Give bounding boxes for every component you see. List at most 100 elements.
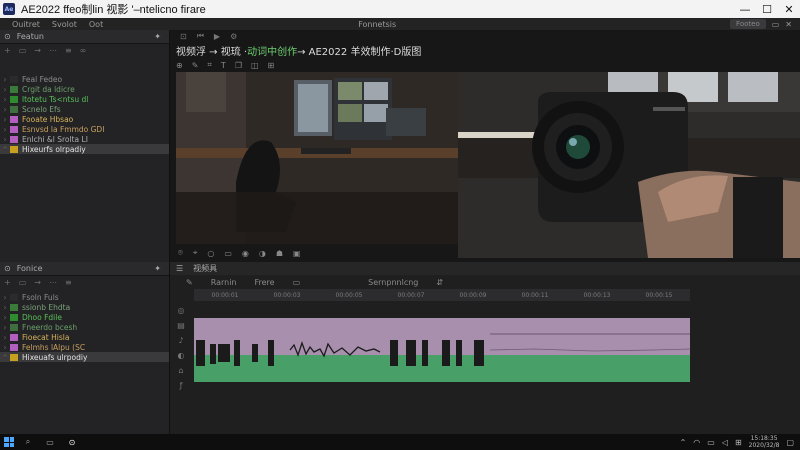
scroll-icon[interactable]: ⇵ xyxy=(436,278,443,287)
timeline-label-0[interactable]: Rarnin xyxy=(211,278,237,287)
chevron-right-icon[interactable]: ⌃ xyxy=(0,145,10,154)
grid-icon[interactable]: ⊞ xyxy=(268,61,275,70)
chevron-right-icon[interactable]: ⌃ xyxy=(0,353,10,362)
minimize-button[interactable]: — xyxy=(734,3,756,16)
menu-item-1[interactable]: Svolot xyxy=(52,20,77,29)
start-button-icon[interactable] xyxy=(4,437,14,447)
timeline-tab[interactable]: 视频具 xyxy=(193,263,217,274)
layers-icon[interactable]: ❐ xyxy=(235,61,242,70)
close-button[interactable]: ✕ xyxy=(778,3,800,16)
chevron-up-icon[interactable]: ⌃ xyxy=(680,438,687,447)
chevron-right-icon[interactable]: › xyxy=(0,343,10,352)
list-icon[interactable]: ≡ xyxy=(65,46,72,55)
shy-icon[interactable]: ⌂ xyxy=(178,366,183,375)
grid-icon[interactable]: ⋯ xyxy=(49,46,57,55)
timeline-label-2[interactable]: Sernpnnlcng xyxy=(368,278,418,287)
chevron-right-icon[interactable]: › xyxy=(0,333,10,342)
folder-icon[interactable]: ▭ xyxy=(19,278,27,287)
timeline-label-1[interactable]: Frere xyxy=(255,278,275,287)
volume-icon[interactable]: ◁ xyxy=(722,438,728,447)
tree-item[interactable]: › Fooate Hbsao xyxy=(0,114,169,124)
search-icon[interactable]: ⌕ xyxy=(20,437,36,447)
play-icon[interactable]: ▶ xyxy=(214,32,220,41)
menu-item-0[interactable]: Ouitret xyxy=(12,20,40,29)
chevron-right-icon[interactable]: › xyxy=(0,75,10,84)
target-icon[interactable]: ⊕ xyxy=(176,61,183,70)
timeline-menu-icon[interactable]: ☰ xyxy=(176,264,183,273)
folder-icon[interactable]: ▭ xyxy=(19,46,27,55)
notification-icon[interactable]: ▢ xyxy=(786,438,794,447)
tree-item[interactable]: › Fsoln Fuls xyxy=(0,292,169,302)
tree-item[interactable]: › Fneerdo bcesh xyxy=(0,322,169,332)
region-icon[interactable]: ▣ xyxy=(293,249,301,258)
workspace-pill[interactable]: Footeo xyxy=(730,19,766,29)
fx-icon[interactable]: ƒ xyxy=(180,381,183,390)
tree-item[interactable]: › Scnelo Efs xyxy=(0,104,169,114)
crop-icon[interactable]: ⌗ xyxy=(207,60,212,70)
pointer-icon[interactable]: ⌖ xyxy=(193,248,198,258)
tree-item[interactable]: › ltotetu Ts<ntsu dl xyxy=(0,94,169,104)
chevron-right-icon[interactable]: › xyxy=(0,313,10,322)
list-icon[interactable]: ≡ xyxy=(65,278,72,287)
chevron-right-icon[interactable]: › xyxy=(0,95,10,104)
tree-item[interactable]: › Dhoo Fdile xyxy=(0,312,169,322)
tree-item[interactable]: › ssionb Ehdta xyxy=(0,302,169,312)
camera-icon[interactable]: ⌾ xyxy=(178,248,183,258)
solo-icon[interactable]: ◐ xyxy=(178,351,185,360)
pen-icon[interactable]: ✎ xyxy=(186,278,193,287)
arrow-icon[interactable]: → xyxy=(34,278,41,287)
add-icon[interactable]: + xyxy=(4,278,11,287)
clock[interactable]: 15:18:35 2020/32/8 xyxy=(749,435,780,449)
channel-icon[interactable]: ◑ xyxy=(259,249,266,258)
chevron-right-icon[interactable]: › xyxy=(0,125,10,134)
circle-icon[interactable]: ○ xyxy=(207,249,214,258)
link-icon[interactable]: ∞ xyxy=(80,46,87,55)
pin-icon[interactable]: ✦ xyxy=(154,264,161,273)
grid-icon[interactable]: ⋯ xyxy=(49,278,57,287)
arrow-icon[interactable]: → xyxy=(34,46,41,55)
chevron-right-icon[interactable]: › xyxy=(0,115,10,124)
text-icon[interactable]: T xyxy=(221,61,226,70)
time-ruler[interactable]: 00:00:01 00:00:03 00:00:05 00:00:07 00:00:09… xyxy=(194,289,690,301)
tree-item[interactable]: › Fioecat Hisla xyxy=(0,332,169,342)
chevron-right-icon[interactable]: › xyxy=(0,135,10,144)
maximize-button[interactable]: ☐ xyxy=(756,3,778,16)
lock-icon[interactable]: ▤ xyxy=(177,321,185,330)
viewer-icon[interactable]: ⊡ xyxy=(180,32,187,41)
chevron-right-icon[interactable]: › xyxy=(0,105,10,114)
chevron-right-icon[interactable]: › xyxy=(0,323,10,332)
tree-item[interactable]: › Felmhs lAlpu (SC xyxy=(0,342,169,352)
close-panel-icon[interactable]: ✕ xyxy=(785,20,792,29)
tree-item[interactable]: ⌃ Hixeuafs ulrpodiy xyxy=(0,352,169,362)
pen-icon[interactable]: ✎ xyxy=(192,61,199,70)
panel-menu-icon[interactable]: ⊙ xyxy=(4,32,11,41)
tree-item[interactable]: ⌃ Hixeurfs olrpadiy xyxy=(0,144,169,154)
chevron-right-icon[interactable]: › xyxy=(0,293,10,302)
battery-icon[interactable]: ▭ xyxy=(707,438,715,447)
app-icon[interactable]: ⊙ xyxy=(64,438,80,447)
tree-item[interactable]: › Feal Fedeo xyxy=(0,74,169,84)
panel-tab-label[interactable]: Featun xyxy=(17,32,44,41)
tree-item[interactable]: › Crgit da ldicre xyxy=(0,84,169,94)
panel-tab-label[interactable]: Fonice xyxy=(17,264,43,273)
folder-icon[interactable]: ▭ xyxy=(293,278,301,287)
tree-item[interactable]: › Esnvsd la Fmmdo GDI xyxy=(0,124,169,134)
workspace-label[interactable]: Fonnetsis xyxy=(358,20,396,29)
panel-menu-icon[interactable]: ⊙ xyxy=(4,264,11,273)
eye-icon[interactable]: ◎ xyxy=(178,306,185,315)
task-view-icon[interactable]: ▭ xyxy=(42,438,58,447)
tree-item[interactable]: › Enlchi &l Srolta LI xyxy=(0,134,169,144)
chevron-right-icon[interactable]: › xyxy=(0,303,10,312)
menu-item-2[interactable]: Oot xyxy=(89,20,103,29)
chevron-right-icon[interactable]: › xyxy=(0,85,10,94)
users-icon[interactable]: ☗ xyxy=(276,249,283,258)
rewind-icon[interactable]: ⏮ xyxy=(197,31,204,41)
rect-icon[interactable]: ▭ xyxy=(224,249,232,258)
settings-icon[interactable]: ⚙ xyxy=(230,32,237,41)
ime-icon[interactable]: ⊞ xyxy=(735,438,742,447)
pin-icon[interactable]: ✦ xyxy=(154,32,161,41)
mask-icon[interactable]: ◫ xyxy=(251,61,259,70)
panel-icon[interactable]: ▭ xyxy=(772,20,780,29)
audio-icon[interactable]: ♪ xyxy=(178,336,183,345)
snapshot-icon[interactable]: ◉ xyxy=(242,249,249,258)
